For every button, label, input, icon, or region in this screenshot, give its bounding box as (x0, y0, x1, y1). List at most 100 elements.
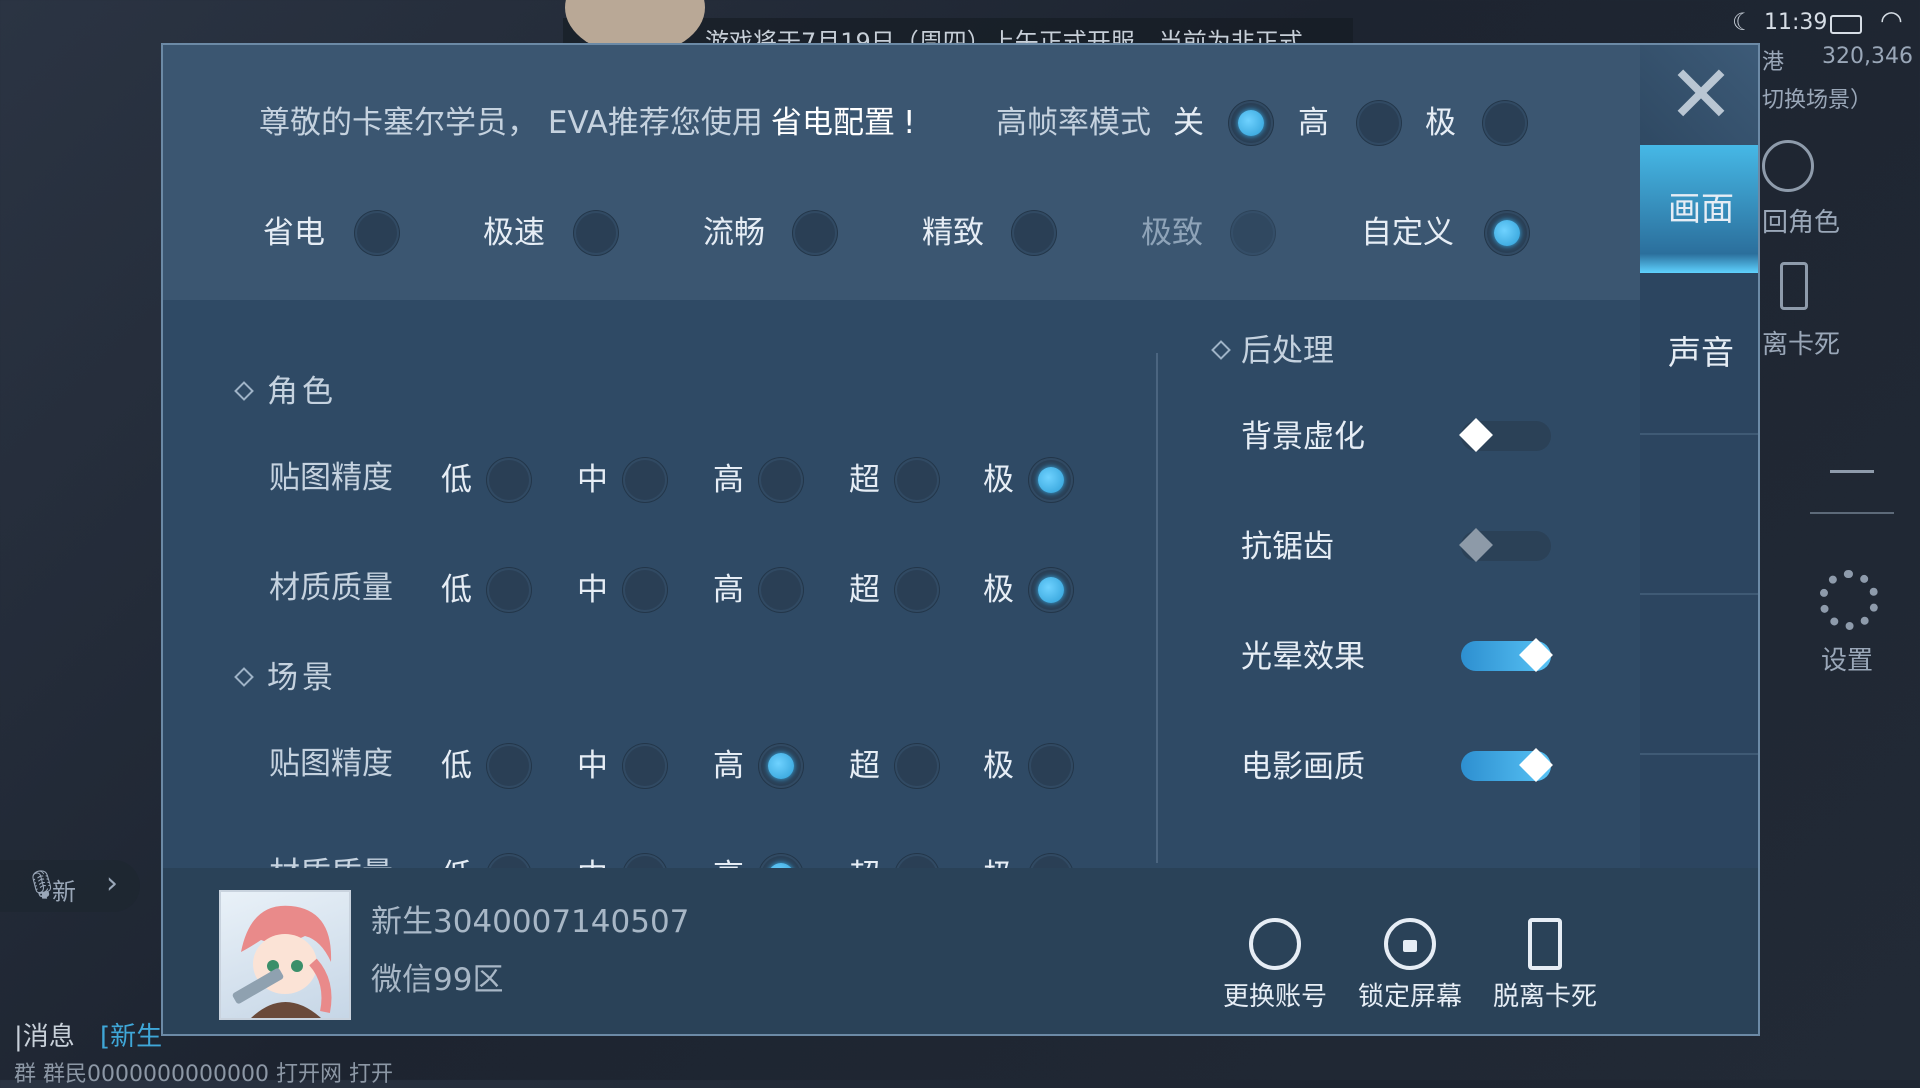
leave-stuck-hud-button[interactable]: 离卡死 (1762, 262, 1882, 362)
preset-radio-smooth[interactable] (793, 211, 837, 255)
scene-texture-opt-max: 极 (983, 748, 1014, 784)
preset-label-fast: 极速 (483, 215, 545, 251)
preset-radio-fine[interactable] (1012, 211, 1056, 255)
coords-readout: 320,346 (1822, 44, 1913, 69)
char-material-radio-mid[interactable] (623, 568, 667, 612)
lock-icon (1384, 918, 1436, 970)
preset-radio-ultimate (1231, 211, 1275, 255)
detail-settings-area: 角色 贴图精度 低 中 高 超 极 材质质量 低 中 高 超 极 场景 贴图精度… (163, 300, 1640, 898)
scene-texture-radio-super[interactable] (895, 744, 939, 788)
high-fps-radio-high[interactable] (1357, 101, 1401, 145)
scene-texture-radio-low[interactable] (487, 744, 531, 788)
user-icon (1762, 140, 1814, 192)
preset-area: 尊敬的卡塞尔学员， EVA推荐您使用 省电配置 ! 高帧率模式 关 高 极 省电… (163, 45, 1640, 300)
preset-radio-custom[interactable] (1485, 211, 1529, 255)
toggle-bloom[interactable] (1461, 638, 1553, 672)
hud-divider (1830, 470, 1874, 473)
phone-exit-icon (1528, 918, 1562, 970)
close-button[interactable]: ✕ (1640, 45, 1758, 145)
toggle-label-antialias: 抗锯齿 (1241, 529, 1334, 565)
account-footer: 新生3040007140507 微信99区 更换账号 锁定屏幕 脱离卡死 (163, 868, 1758, 1034)
toggle-bg-blur[interactable] (1459, 418, 1551, 452)
recommend-text: 尊敬的卡塞尔学员， EVA推荐您使用 (259, 105, 763, 141)
post-section-title: 后处理 (1241, 333, 1334, 369)
tab-graphics[interactable]: 画面 (1640, 145, 1758, 273)
char-material-radio-high[interactable] (759, 568, 803, 612)
switch-scene-link[interactable]: 切换场景） (1762, 82, 1872, 114)
preset-radio-power-saving[interactable] (355, 211, 399, 255)
scene-section-icon (234, 667, 254, 687)
char-material-radio-low[interactable] (487, 568, 531, 612)
high-fps-radio-off[interactable] (1229, 101, 1273, 145)
char-material-radio-super[interactable] (895, 568, 939, 612)
voice-label: 新 (52, 878, 76, 906)
chat-line-2: 群 群民0000000000000 打开网 打开 (14, 1062, 393, 1087)
switch-account-button[interactable]: 更换账号 (1215, 918, 1335, 1013)
preset-label-smooth: 流畅 (703, 215, 765, 251)
char-texture-radio-high[interactable] (759, 458, 803, 502)
place-label: 港 (1762, 50, 1785, 75)
char-texture-radio-super[interactable] (895, 458, 939, 502)
scene-texture-opt-super: 超 (849, 748, 880, 784)
char-texture-label: 贴图精度 (269, 460, 393, 496)
high-fps-option-off-label: 关 (1173, 105, 1204, 141)
wifi-icon: ◠ (1880, 6, 1903, 36)
server-name: 微信99区 (371, 962, 504, 998)
switch-account-icon (1249, 918, 1301, 970)
high-fps-label: 高帧率模式 (996, 105, 1151, 141)
char-material-opt-max: 极 (983, 572, 1014, 608)
settings-hud-button[interactable]: 设置 (1815, 570, 1885, 680)
battery-icon (1830, 15, 1862, 34)
settings-hud-label: 设置 (1821, 646, 1874, 676)
scene-texture-opt-mid: 中 (577, 748, 608, 784)
leave-stuck-label: 脱离卡死 (1492, 982, 1597, 1012)
recommend-suffix: ! (903, 105, 916, 141)
moon-icon: ☾ (1732, 8, 1754, 36)
recommend-highlight: 省电配置 (771, 105, 895, 141)
char-texture-radio-low[interactable] (487, 458, 531, 502)
scene-texture-opt-high: 高 (713, 748, 744, 784)
section-divider (1156, 353, 1158, 863)
char-texture-opt-high: 高 (713, 462, 744, 498)
close-icon: ✕ (1667, 48, 1735, 141)
toggle-label-bloom: 光晕效果 (1241, 639, 1365, 675)
scene-texture-radio-mid[interactable] (623, 744, 667, 788)
high-fps-radio-max[interactable] (1483, 101, 1527, 145)
char-material-opt-high: 高 (713, 572, 744, 608)
char-material-opt-mid: 中 (577, 572, 608, 608)
char-texture-radio-max[interactable] (1029, 458, 1073, 502)
scene-section-title: 场景 (267, 660, 337, 696)
phone-exit-icon (1780, 262, 1808, 310)
char-texture-opt-mid: 中 (577, 462, 608, 498)
char-texture-opt-low: 低 (441, 462, 472, 498)
character-portrait (232, 905, 332, 1018)
hud-divider-2 (1810, 512, 1894, 514)
high-fps-option-high-label: 高 (1298, 105, 1329, 141)
back-role-button[interactable]: 回角色 (1762, 140, 1882, 240)
tab-sound-label: 声音 (1668, 333, 1734, 372)
char-texture-radio-mid[interactable] (623, 458, 667, 502)
tab-sound[interactable]: 声音 (1640, 273, 1758, 435)
character-section-icon (234, 381, 254, 401)
lock-screen-label: 锁定屏幕 (1357, 982, 1462, 1012)
leave-stuck-button[interactable]: 脱离卡死 (1485, 918, 1605, 1013)
gear-icon (1819, 570, 1879, 630)
preset-label-custom: 自定义 (1361, 215, 1454, 251)
toggle-label-bg-blur: 背景虚化 (1241, 419, 1365, 455)
char-material-opt-super: 超 (849, 572, 880, 608)
toggle-cinematic[interactable] (1461, 748, 1553, 782)
high-fps-option-max-label: 极 (1425, 105, 1456, 141)
scene-texture-opt-low: 低 (441, 748, 472, 784)
leave-stuck-hud-label: 离卡死 (1762, 330, 1841, 360)
time-text: 11:39 (1764, 10, 1828, 35)
lock-screen-button[interactable]: 锁定屏幕 (1350, 918, 1470, 1013)
scene-texture-radio-high[interactable] (759, 744, 803, 788)
toggle-antialias (1459, 528, 1551, 562)
voice-button[interactable]: 🎙 新 › (0, 860, 140, 912)
preset-radio-fast[interactable] (574, 211, 618, 255)
char-material-radio-max[interactable] (1029, 568, 1073, 612)
scene-texture-radio-max[interactable] (1029, 744, 1073, 788)
scene-texture-label: 贴图精度 (269, 746, 393, 782)
char-texture-opt-max: 极 (983, 462, 1014, 498)
switch-account-label: 更换账号 (1222, 982, 1327, 1012)
